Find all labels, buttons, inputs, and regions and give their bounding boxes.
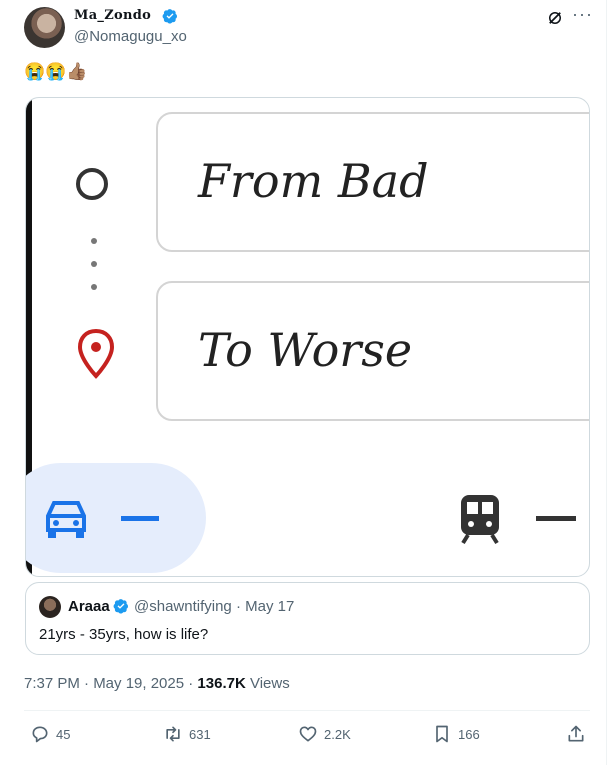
train-duration-dash: [536, 516, 576, 521]
bookmark-icon: [436, 725, 448, 743]
share-icon: [568, 725, 584, 742]
origin-field: From Bad: [156, 112, 589, 252]
divider: [24, 710, 590, 711]
bookmark-button[interactable]: 166: [432, 722, 480, 746]
like-button[interactable]: 2.2K: [298, 722, 351, 746]
tweet-card: Ma_Zondo @Nomagugu_xo ··· 😭😭👍🏽 From Bad …: [0, 0, 607, 765]
tweet-media-image[interactable]: From Bad To Worse: [25, 97, 590, 577]
timestamp[interactable]: 7:37 PM · May 19, 2025 ·: [24, 675, 197, 692]
destination-field: To Worse: [156, 281, 589, 421]
handle[interactable]: @Nomagugu_xo: [74, 28, 187, 45]
avatar[interactable]: [24, 7, 65, 48]
route-dot: [91, 261, 97, 267]
repost-icon: [166, 726, 180, 742]
more-options-icon[interactable]: ···: [572, 5, 593, 23]
display-name[interactable]: Ma_Zondo: [74, 8, 151, 23]
reply-button[interactable]: 45: [30, 722, 70, 746]
quoted-handle-date: @shawntifying · May 17: [134, 598, 295, 615]
tweet-text: 😭😭👍🏽: [24, 62, 88, 81]
train-icon: [461, 495, 499, 545]
verified-badge-icon: [162, 9, 177, 24]
heart-icon: [299, 726, 317, 742]
bookmark-count: 166: [458, 726, 480, 742]
quoted-text: 21yrs - 35yrs, how is life?: [39, 626, 209, 643]
reply-count: 45: [56, 726, 71, 742]
tweet-meta: 7:37 PM · May 19, 2025 · 136.7K Views: [24, 675, 290, 692]
origin-text: From Bad: [198, 154, 429, 208]
repost-button[interactable]: 631: [163, 722, 211, 746]
route-dot: [91, 284, 97, 290]
quoted-avatar: [39, 596, 61, 618]
reply-icon: [32, 726, 48, 743]
repost-count: 631: [189, 726, 211, 742]
views-label: Views: [245, 675, 290, 692]
grok-icon[interactable]: [546, 9, 564, 27]
route-dot: [91, 238, 97, 244]
quoted-display-name: Araaa: [68, 598, 110, 615]
share-button[interactable]: [566, 722, 586, 746]
views-count: 136.7K: [197, 675, 246, 692]
like-count: 2.2K: [324, 726, 351, 742]
origin-circle-icon: [76, 168, 108, 200]
car-duration-dash: [121, 516, 159, 521]
location-pin-icon: [77, 328, 115, 379]
destination-text: To Worse: [198, 323, 413, 377]
car-icon: [46, 501, 86, 538]
quoted-tweet[interactable]: Araaa @shawntifying · May 17 21yrs - 35y…: [25, 582, 590, 655]
verified-badge-icon: [113, 599, 128, 614]
